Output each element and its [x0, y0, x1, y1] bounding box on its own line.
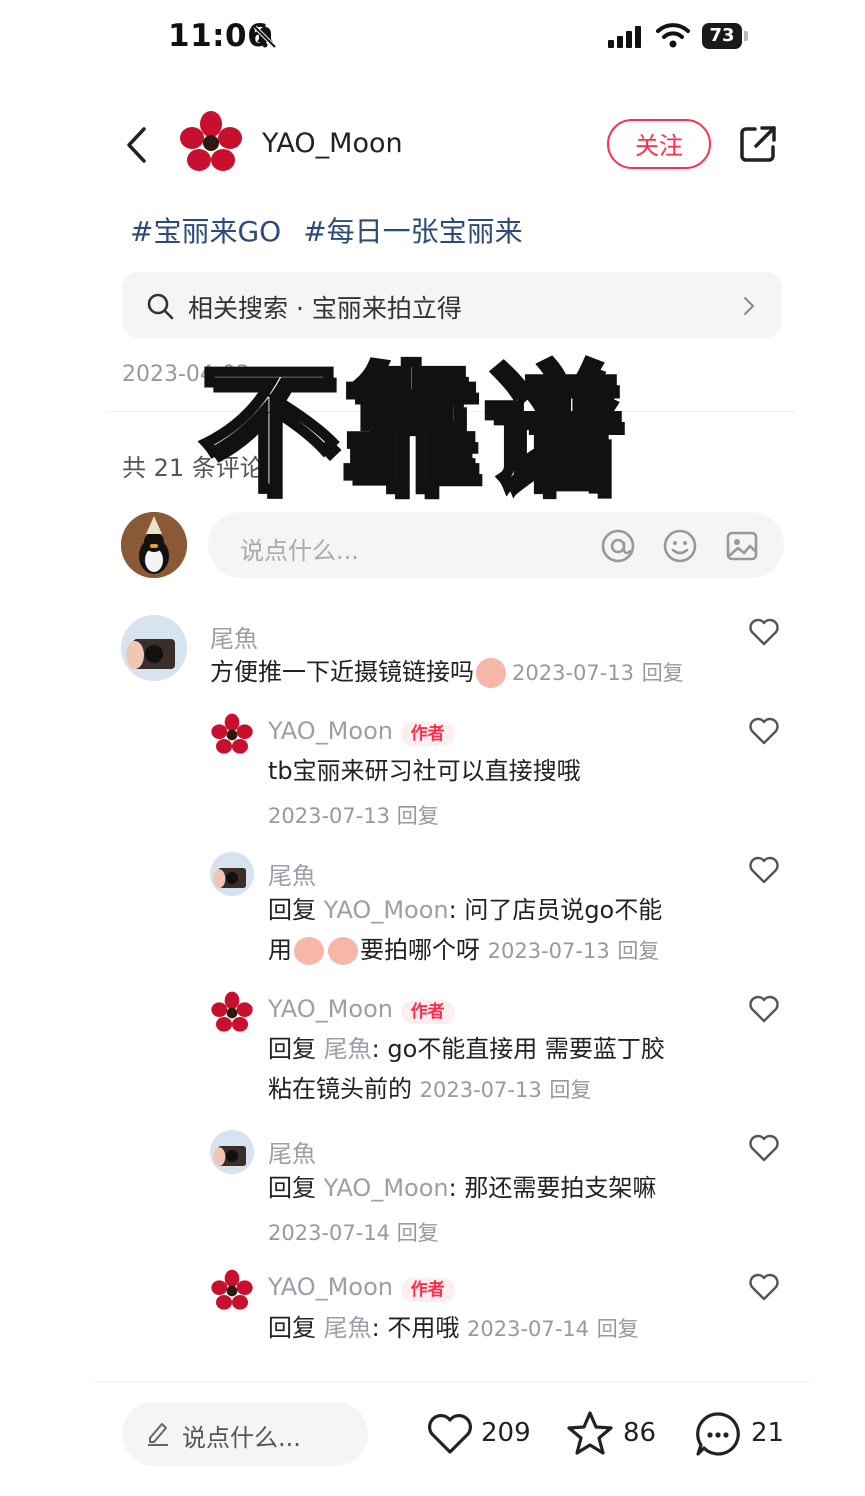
like-count: 209 — [481, 1418, 531, 1448]
sticker-emoji — [476, 658, 506, 688]
my-avatar — [121, 512, 187, 578]
author-badge: 作者 — [400, 722, 455, 746]
comment-text: 用 — [268, 936, 292, 964]
hashtag[interactable]: #每日一张宝丽来 — [303, 215, 522, 248]
search-icon — [147, 293, 174, 320]
comment-date: 2023-07-14 — [467, 1317, 590, 1341]
heart-icon[interactable] — [748, 1133, 780, 1163]
comment-body: 回复 YAO_Moon: 那还需要拍支架嘛 — [268, 1168, 656, 1208]
commenter-avatar[interactable] — [210, 713, 254, 757]
comment-text: tb宝丽来研习社可以直接搜哦 — [268, 757, 581, 785]
comment-text: 方便推一下近摄镜链接吗 — [210, 658, 474, 686]
reply-prefix: 回复 — [268, 896, 316, 924]
reply-target[interactable]: 尾魚 — [324, 1035, 372, 1063]
comment-date: 2023-07-13 — [487, 939, 610, 963]
reply-button[interactable]: 回复 — [617, 939, 659, 963]
heart-icon[interactable] — [748, 716, 780, 746]
bottom-input-placeholder: 说点什么... — [182, 1424, 301, 1452]
author-avatar[interactable] — [178, 110, 244, 176]
comment-body: 回复 尾魚: 不用哦 2023-07-14 回复 — [268, 1308, 639, 1349]
comment-date: 2023-07-13 — [419, 1078, 542, 1102]
wifi-icon — [656, 23, 690, 48]
comment-body: 回复 尾魚: go不能直接用 需要蓝丁胶 粘在镜头前的 2023-07-13 回… — [268, 1029, 718, 1110]
comment-body: 方便推一下近摄镜链接吗 2023-07-13 回复 — [210, 652, 684, 693]
comment-author-name[interactable]: YAO_Moon — [268, 717, 393, 745]
battery-tip — [744, 31, 748, 41]
comment-author-name[interactable]: YAO_Moon — [268, 1273, 393, 1301]
reply-target[interactable]: 尾魚 — [324, 1314, 372, 1342]
heart-icon[interactable] — [748, 1272, 780, 1302]
reply-button[interactable]: 回复 — [642, 661, 684, 685]
comment-text: 粘在镜头前的 — [268, 1075, 412, 1103]
battery-indicator: 73 — [702, 23, 742, 49]
author-badge: 作者 — [400, 1278, 455, 1302]
comment-body: 回复 YAO_Moon: 问了店员说go不能 用 要拍哪个呀 2023-07-13… — [268, 890, 718, 971]
comment-icon[interactable] — [694, 1410, 742, 1458]
heart-icon[interactable] — [748, 617, 780, 647]
reply-button[interactable]: 回复 — [397, 1221, 439, 1245]
reply-button[interactable]: 回复 — [597, 1317, 639, 1341]
comment-author: YAO_Moon 作者 — [268, 1273, 455, 1302]
comment-input-placeholder: 说点什么... — [240, 537, 359, 565]
comment-date: 2023-07-13 — [268, 804, 391, 828]
heart-icon[interactable] — [748, 855, 780, 885]
reply-button[interactable]: 回复 — [549, 1078, 591, 1102]
comment-author[interactable]: 尾魚 — [268, 1134, 316, 1169]
image-icon[interactable] — [724, 528, 760, 564]
reply-prefix: 回复 — [268, 1174, 316, 1202]
comment-date: 2023-07-14 — [268, 1221, 391, 1245]
back-icon[interactable] — [124, 126, 150, 164]
reply-prefix: 回复 — [268, 1035, 316, 1063]
chevron-right-icon — [744, 297, 755, 315]
heart-icon[interactable] — [748, 994, 780, 1024]
comment-author: YAO_Moon 作者 — [268, 995, 455, 1024]
reply-prefix: 回复 — [268, 1314, 316, 1342]
comment-author[interactable]: 尾魚 — [210, 619, 258, 654]
commenter-avatar[interactable] — [210, 1130, 254, 1174]
overlay-caption: 不靠谱 — [197, 347, 627, 514]
hashtag[interactable]: #宝丽来GO — [130, 215, 281, 248]
comment-total: 21 — [751, 1418, 785, 1448]
comment-date: 2023-07-13 — [512, 661, 635, 685]
comment-author-name[interactable]: YAO_Moon — [268, 995, 393, 1023]
bottom-divider — [92, 1381, 812, 1382]
comment-meta: 2023-07-14 回复 — [268, 1217, 439, 1247]
at-icon[interactable] — [600, 528, 636, 564]
reply-button[interactable]: 回复 — [397, 804, 439, 828]
emoji-icon[interactable] — [662, 528, 698, 564]
comment-author: YAO_Moon 作者 — [268, 717, 455, 746]
pen-icon — [148, 1423, 168, 1446]
comment-text: : 问了店员说go不能 — [448, 896, 663, 924]
author-name[interactable]: YAO_Moon — [262, 128, 403, 159]
commenter-avatar[interactable] — [210, 852, 254, 896]
star-count: 86 — [623, 1418, 657, 1448]
sticker-emoji — [328, 937, 358, 965]
commenter-avatar[interactable] — [121, 615, 187, 681]
commenter-avatar[interactable] — [210, 1269, 254, 1313]
comment-text: : 那还需要拍支架嘛 — [448, 1174, 657, 1202]
comment-author[interactable]: 尾魚 — [268, 856, 316, 891]
author-badge: 作者 — [400, 1000, 455, 1024]
commenter-avatar[interactable] — [210, 991, 254, 1035]
bell-off-icon — [253, 25, 277, 49]
comment-meta: 2023-07-13 回复 — [268, 800, 439, 830]
share-icon[interactable] — [738, 124, 778, 164]
follow-button[interactable]: 关注 — [607, 119, 711, 169]
comment-text: : 不用哦 — [371, 1314, 460, 1342]
comment-text: : go不能直接用 需要蓝丁胶 — [371, 1035, 665, 1063]
reply-target[interactable]: YAO_Moon — [324, 1174, 449, 1202]
reply-target[interactable]: YAO_Moon — [324, 896, 449, 924]
signal-icon — [608, 26, 641, 48]
heart-icon[interactable] — [426, 1410, 474, 1456]
comment-text: 要拍哪个呀 — [360, 936, 480, 964]
hashtag-list: #宝丽来GO #每日一张宝丽来 — [130, 210, 545, 250]
sticker-emoji — [294, 937, 324, 965]
star-icon[interactable] — [566, 1410, 614, 1456]
